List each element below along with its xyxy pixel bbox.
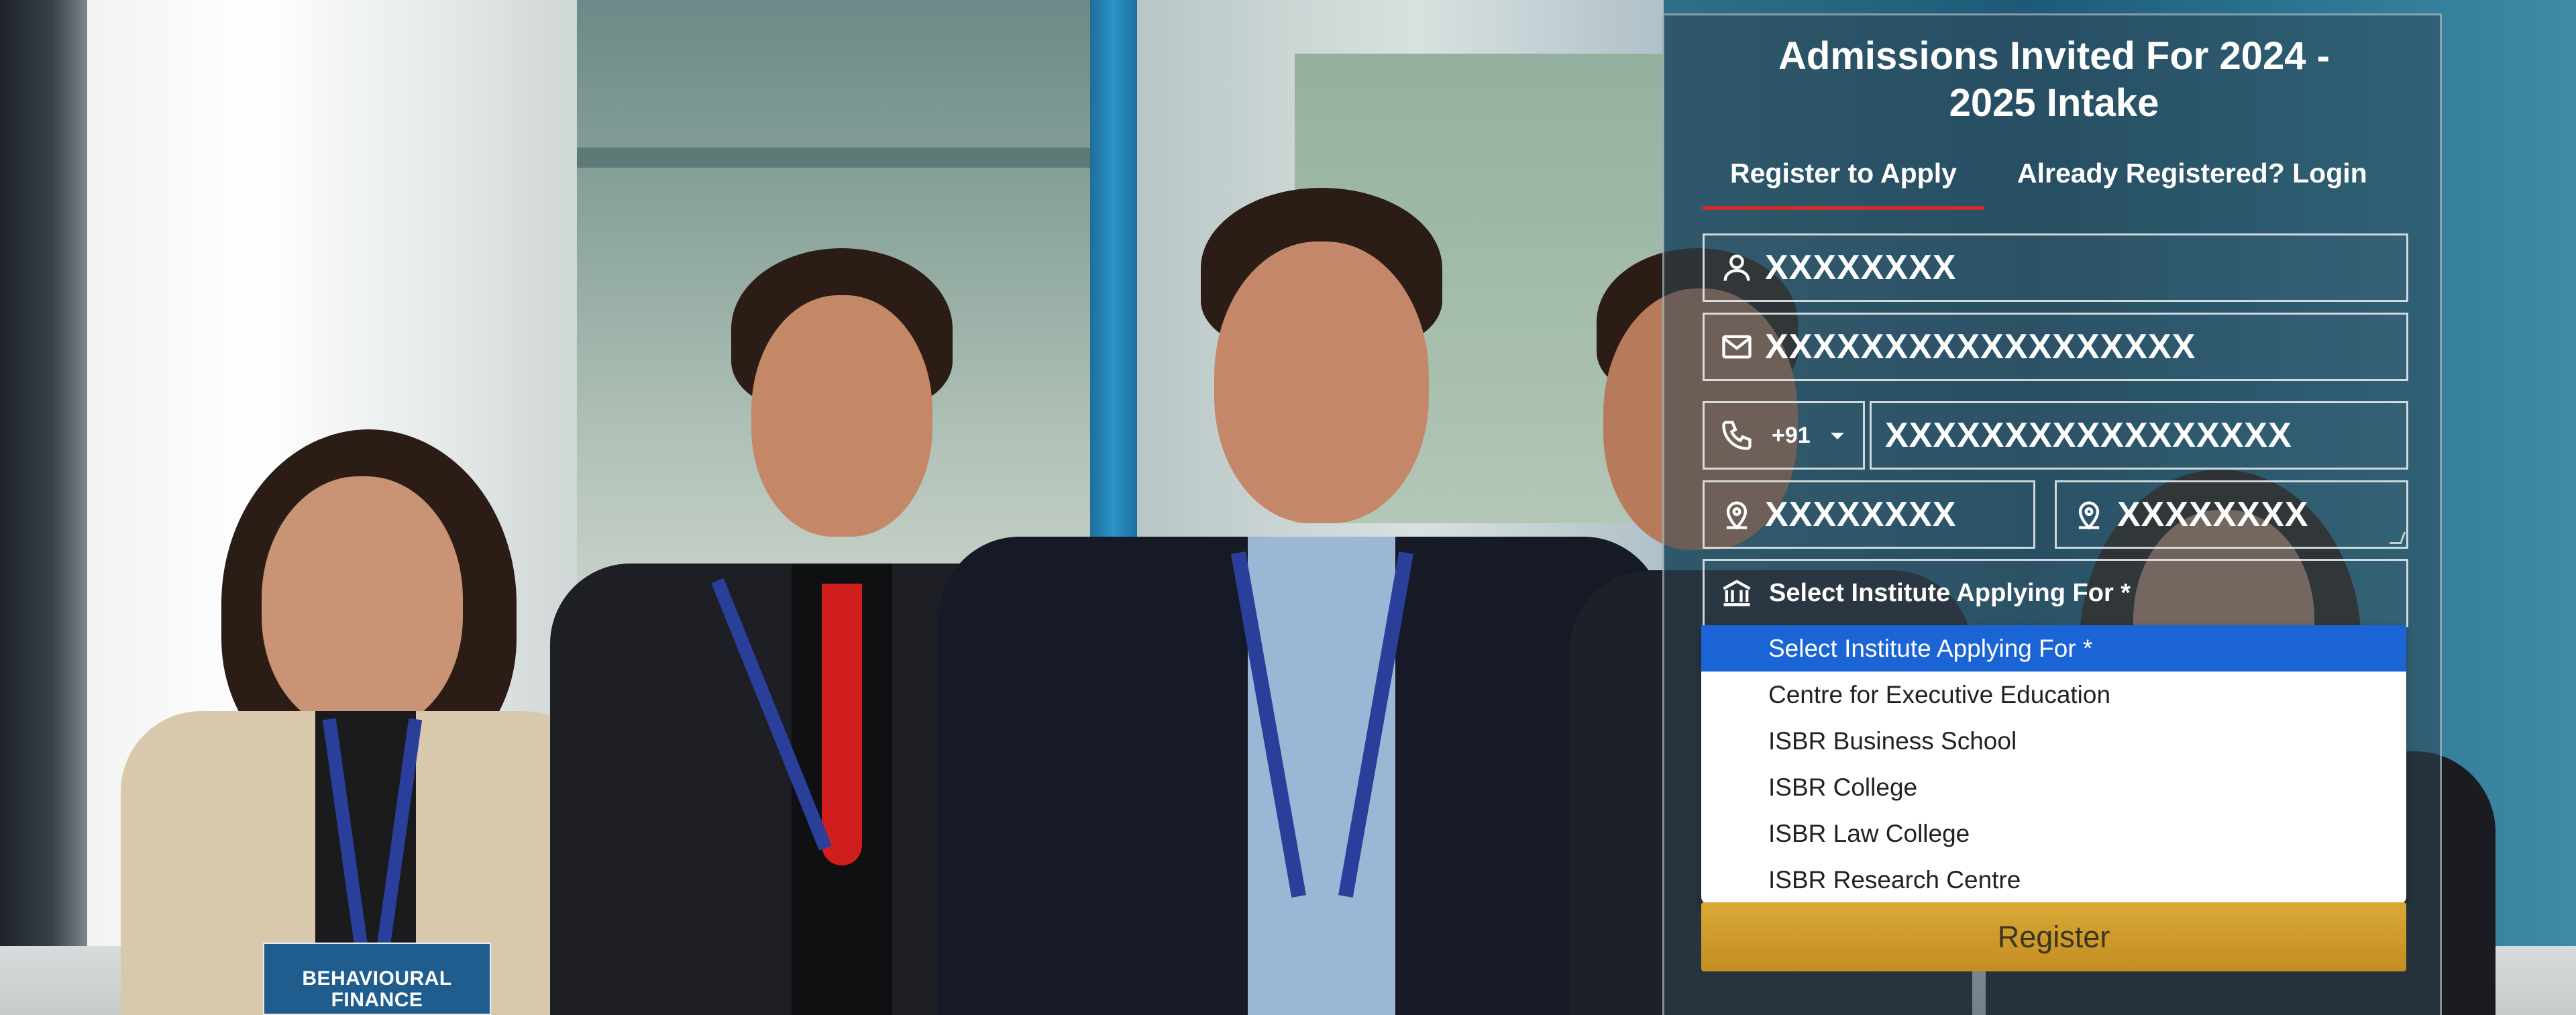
background-window-frame [577, 148, 1114, 168]
phone-field[interactable]: XXXXXXXXXXXXXXXXX [1870, 401, 2408, 470]
location-pin-icon [1719, 497, 1754, 532]
city-field[interactable]: XXXXXXXX [2055, 480, 2408, 549]
state-field[interactable]: XXXXXXXX [1703, 480, 2035, 549]
register-button[interactable]: Register [1701, 902, 2406, 971]
institute-option-business-school[interactable]: ISBR Business School [1701, 718, 2406, 764]
book: BEHAVIOURAL FINANCE [263, 943, 491, 1015]
student-figure [121, 429, 604, 1015]
tab-login[interactable]: Already Registered? Login [2017, 153, 2367, 193]
background-pillar [0, 0, 87, 1015]
email-value: XXXXXXXXXXXXXXXXXX [1765, 327, 2196, 366]
book-title-line: BEHAVIOURAL [302, 967, 452, 990]
name-value: XXXXXXXX [1765, 248, 1957, 287]
user-icon [1719, 250, 1754, 285]
institute-option-placeholder[interactable]: Select Institute Applying For * [1701, 625, 2406, 672]
building-icon [1719, 576, 1754, 610]
form-title-line: Admissions Invited For 2024 - [1778, 34, 2330, 78]
tab-register[interactable]: Register to Apply [1730, 153, 1957, 193]
book-title-line: FINANCE [331, 989, 423, 1011]
institute-select-value: Select Institute Applying For * [1769, 579, 2131, 607]
form-title: Admissions Invited For 2024 - 2025 Intak… [1664, 33, 2444, 127]
email-field[interactable]: XXXXXXXXXXXXXXXXXX [1703, 313, 2408, 381]
name-field[interactable]: XXXXXXXX [1703, 233, 2408, 302]
phone-value: XXXXXXXXXXXXXXXXX [1885, 416, 2292, 455]
state-value: XXXXXXXX [1765, 495, 1957, 534]
institute-select[interactable]: Select Institute Applying For * [1703, 559, 2408, 627]
country-code-value: +91 [1772, 423, 1811, 448]
institute-dropdown-list: Select Institute Applying For * Centre f… [1701, 625, 2406, 904]
phone-icon [1719, 418, 1754, 453]
form-title-line: 2025 Intake [1949, 81, 2159, 125]
institute-option-research-centre[interactable]: ISBR Research Centre [1701, 857, 2406, 903]
chevron-down-icon [1831, 433, 1844, 439]
institute-option-college[interactable]: ISBR College [1701, 764, 2406, 810]
resize-handle-icon [2389, 532, 2406, 544]
country-code-select[interactable]: +91 [1703, 401, 1865, 470]
student-figure [939, 188, 1664, 1015]
institute-option-law-college[interactable]: ISBR Law College [1701, 810, 2406, 857]
active-tab-indicator [1703, 206, 1984, 210]
location-pin-icon [2072, 497, 2106, 532]
institute-option-executive-education[interactable]: Centre for Executive Education [1701, 672, 2406, 718]
envelope-icon [1719, 329, 1754, 364]
city-value: XXXXXXXX [2117, 495, 2309, 534]
